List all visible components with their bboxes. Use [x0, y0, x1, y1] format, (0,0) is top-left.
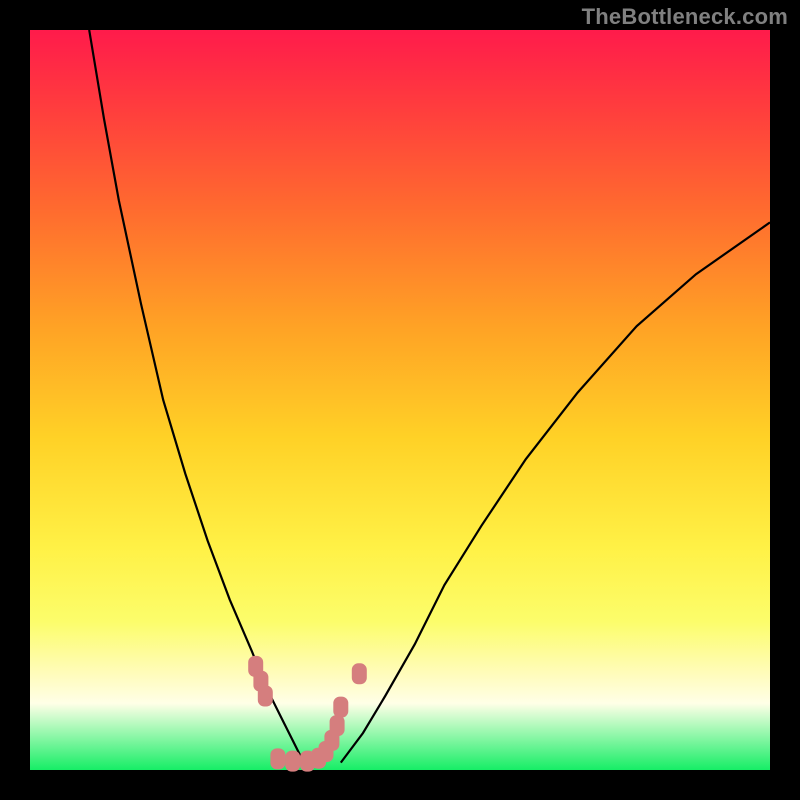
right-curve [341, 222, 770, 762]
curve-layer [30, 30, 770, 770]
pink-marker [334, 697, 348, 717]
pink-marker [286, 751, 300, 771]
plot-area [30, 30, 770, 770]
watermark-text: TheBottleneck.com [582, 4, 788, 30]
left-curve [89, 30, 304, 763]
pink-marker [330, 716, 344, 736]
pink-marker [352, 664, 366, 684]
pink-marker [271, 749, 285, 769]
chart-frame: TheBottleneck.com [0, 0, 800, 800]
pink-marker [258, 686, 272, 706]
